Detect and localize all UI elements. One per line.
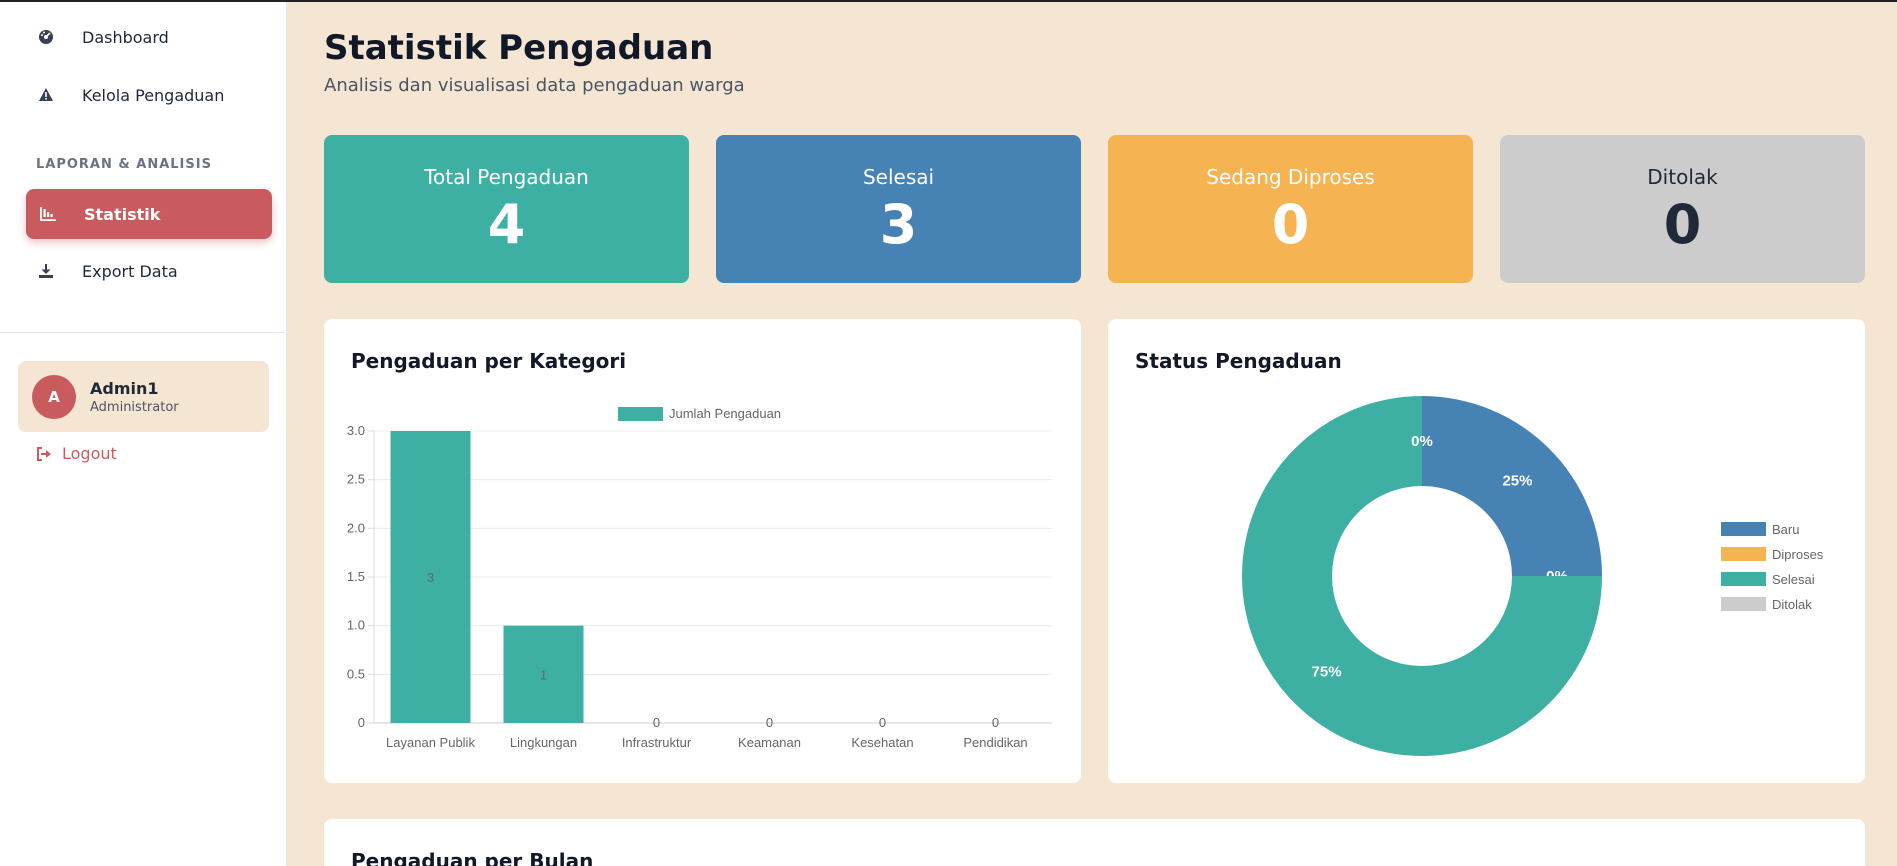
logout-icon	[36, 446, 52, 462]
stat-label: Total Pengaduan	[424, 165, 589, 189]
bar-chart-icon	[38, 204, 58, 224]
x-tick-label: Infrastruktur	[622, 735, 692, 750]
y-tick-label: 0.5	[347, 666, 365, 681]
page-title: Statistik Pengaduan	[324, 28, 714, 68]
donut-percent-label: 75%	[1312, 663, 1342, 680]
legend-label: Selesai	[1772, 572, 1815, 587]
sidebar-item-label: Kelola Pengaduan	[82, 85, 225, 105]
sidebar-item-kelola-pengaduan[interactable]: Kelola Pengaduan	[26, 70, 276, 120]
sidebar-item-label: Statistik	[84, 204, 161, 224]
legend-swatch	[618, 407, 663, 421]
avatar: A	[32, 374, 76, 419]
sidebar-item-label: Dashboard	[82, 27, 169, 47]
stat-card-selesai: Selesai 3	[716, 135, 1081, 283]
x-tick-label: Layanan Publik	[386, 735, 475, 750]
user-name: Admin1	[90, 378, 159, 398]
legend-swatch	[1721, 572, 1766, 586]
stat-value: 0	[1663, 193, 1702, 256]
x-tick-label: Kesehatan	[851, 735, 913, 750]
warning-icon	[36, 85, 56, 105]
user-card: A Admin1 Administrator	[18, 361, 269, 432]
category-bar-chart: Jumlah Pengaduan 3.0 2.5 2.0 1.5 1.0 0.5 0 3 Laya…	[347, 406, 1052, 750]
page-subtitle: Analisis dan visualisasi data pengaduan …	[324, 75, 745, 96]
category-chart-panel: Pengaduan per Kategori Jumlah Pengaduan 3…	[324, 319, 1081, 783]
donut-percent-label: 0%	[1411, 433, 1433, 450]
donut-percent-label: 25%	[1502, 473, 1532, 490]
logout-label: Logout	[62, 444, 117, 463]
y-tick-label: 3.0	[347, 423, 365, 438]
stat-value: 0	[1271, 193, 1310, 256]
sidebar: Dashboard Kelola Pengaduan LAPORAN & ANA…	[0, 0, 287, 866]
legend-label: Baru	[1772, 522, 1799, 537]
y-tick-label: 1.5	[347, 569, 365, 584]
x-tick-label: Lingkungan	[510, 735, 577, 750]
legend-swatch	[1721, 547, 1766, 561]
sidebar-section-label: LAPORAN & ANALISIS	[36, 157, 212, 172]
stat-label: Selesai	[862, 165, 935, 189]
panel-title: Pengaduan per Bulan	[351, 849, 594, 866]
legend-swatch	[1721, 597, 1766, 611]
stat-card-ditolak: Ditolak 0	[1500, 135, 1865, 283]
x-tick-label: Pendidikan	[963, 735, 1027, 750]
top-border	[0, 0, 1897, 2]
bar-data-label: 0	[766, 715, 773, 730]
status-chart-panel: Status Pengaduan 25%0%75%0%BaruDiprosesS…	[1108, 319, 1865, 783]
y-tick-label: 0	[358, 715, 365, 730]
legend-label: Diproses	[1772, 547, 1824, 562]
bar-data-label: 0	[653, 715, 660, 730]
y-tick-label: 2.0	[347, 520, 365, 535]
stat-card-total: Total Pengaduan 4	[324, 135, 689, 283]
legend-swatch	[1721, 522, 1766, 536]
sidebar-item-export-data[interactable]: Export Data	[26, 246, 276, 296]
logout-link[interactable]: Logout	[36, 444, 117, 463]
monthly-chart-panel: Pengaduan per Bulan	[324, 819, 1865, 866]
legend-label: Ditolak	[1772, 597, 1812, 612]
stat-value: 3	[879, 193, 918, 256]
stat-label: Sedang Diproses	[1206, 165, 1375, 189]
sidebar-divider	[0, 332, 287, 333]
bar-data-label: 3	[427, 570, 434, 585]
download-icon	[36, 261, 56, 281]
y-tick-label: 2.5	[347, 472, 365, 487]
sidebar-item-label: Export Data	[82, 261, 178, 281]
bar-data-label: 1	[540, 667, 547, 682]
sidebar-item-statistik[interactable]: Statistik	[26, 189, 272, 239]
dashboard-icon	[36, 27, 56, 47]
bar-data-label: 0	[879, 715, 886, 730]
stat-card-diproses: Sedang Diproses 0	[1108, 135, 1473, 283]
stat-value: 4	[487, 193, 526, 256]
user-role: Administrator	[90, 399, 179, 415]
status-donut-chart: 25%0%75%0%BaruDiprosesSelesaiDitolak	[1242, 396, 1824, 756]
stat-label: Ditolak	[1647, 165, 1718, 189]
bar-data-label: 0	[992, 715, 999, 730]
x-tick-label: Keamanan	[738, 735, 801, 750]
y-tick-label: 1.0	[347, 618, 365, 633]
legend-label: Jumlah Pengaduan	[669, 406, 781, 421]
sidebar-item-dashboard[interactable]: Dashboard	[26, 12, 276, 62]
